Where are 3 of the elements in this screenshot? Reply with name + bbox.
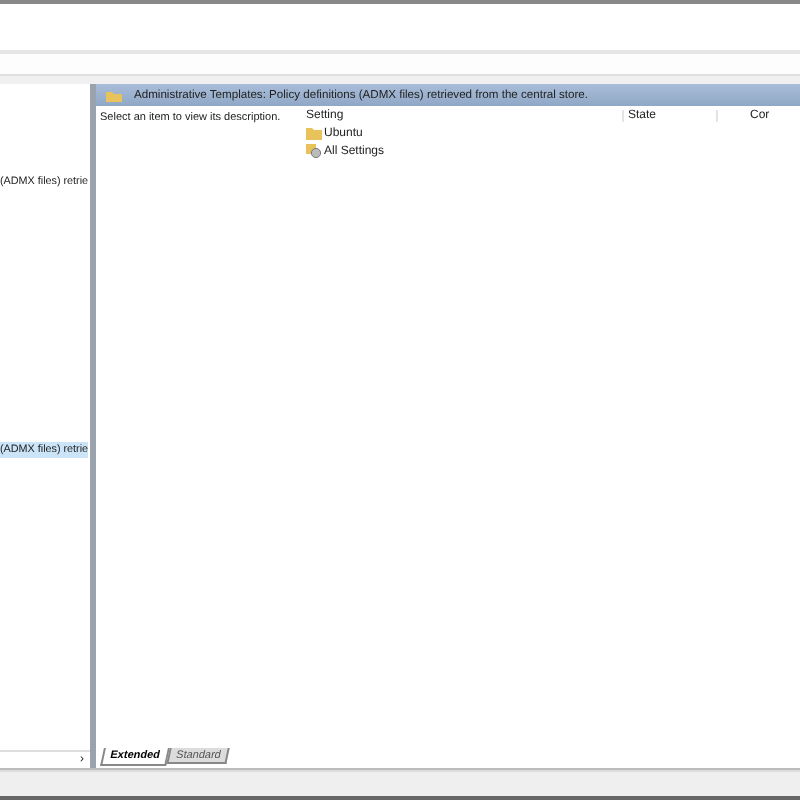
folder-icon <box>306 126 322 140</box>
settings-icon <box>306 144 322 158</box>
folder-icon <box>106 89 122 101</box>
